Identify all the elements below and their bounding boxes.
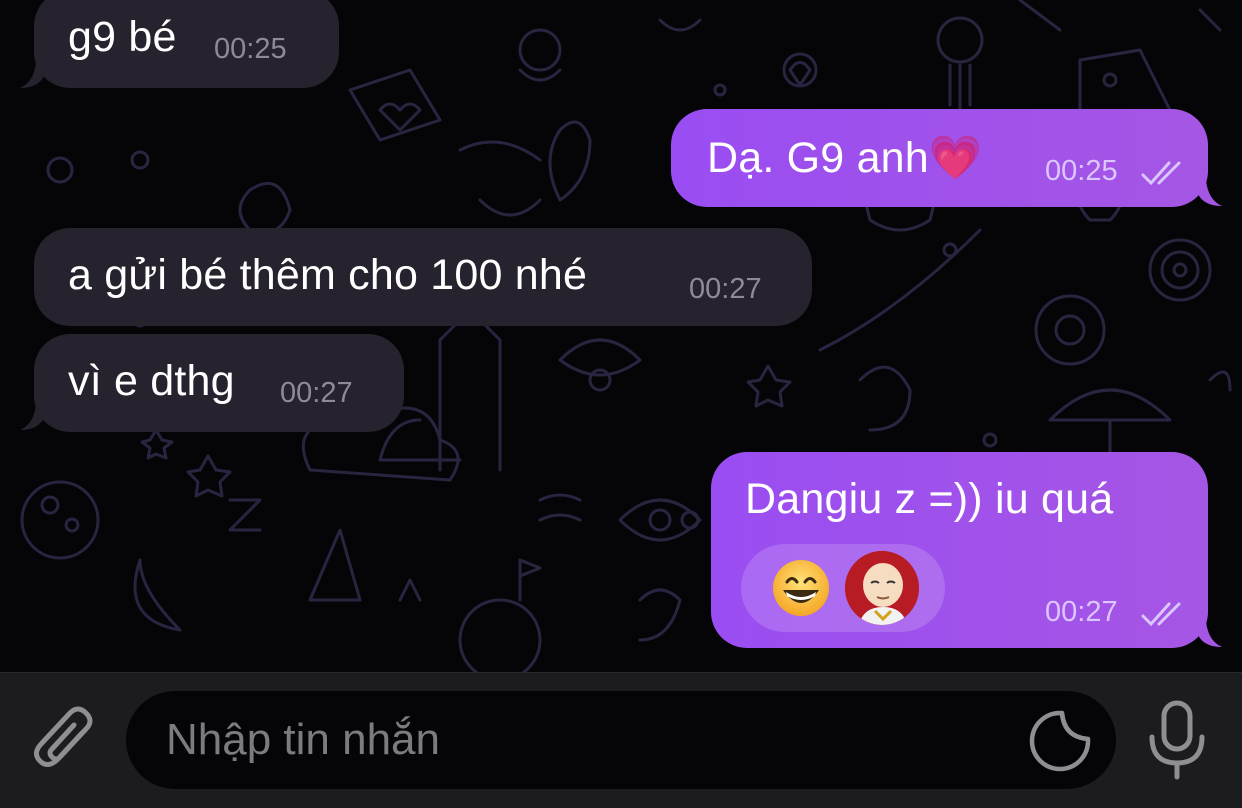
message-text: Dạ. G9 anh💗 [707, 134, 983, 182]
message-bubble-outgoing[interactable]: Dangiu z =)) iu quá 00:27 [711, 452, 1208, 648]
composer-bar: Nhập tin nhắn [0, 672, 1242, 808]
message-time: 00:25 [214, 33, 287, 65]
paperclip-icon[interactable] [30, 703, 100, 779]
message-bubble-incoming[interactable]: vì e dthg 00:27 [34, 334, 404, 432]
avatar [845, 551, 919, 625]
microphone-icon[interactable] [1146, 699, 1208, 781]
message-input-placeholder: Nhập tin nhắn [166, 715, 440, 764]
message-bubble-outgoing[interactable]: Dạ. G9 anh💗 00:25 [671, 109, 1208, 207]
message-time: 00:25 [1045, 155, 1118, 187]
grinning-face-icon [773, 560, 829, 616]
message-text: g9 bé [68, 13, 177, 61]
message-text: vì e dthg [68, 357, 235, 405]
message-bubble-incoming[interactable]: g9 bé 00:25 [34, 0, 339, 88]
bubble-tail [20, 400, 44, 430]
bubble-tail [1198, 617, 1222, 647]
message-bubble-incoming[interactable]: a gửi bé thêm cho 100 nhé 00:27 [34, 228, 812, 326]
message-input[interactable]: Nhập tin nhắn [126, 691, 1116, 789]
read-receipt-icon [1141, 602, 1181, 627]
message-text: a gửi bé thêm cho 100 nhé [68, 251, 588, 299]
bubble-tail [1198, 176, 1222, 206]
bubble-tail [20, 58, 44, 88]
message-time: 00:27 [280, 377, 353, 409]
sticker-icon[interactable] [1028, 709, 1092, 773]
reactions-pill[interactable] [741, 544, 945, 632]
message-text: Dangiu z =)) iu quá [745, 475, 1114, 523]
message-time: 00:27 [689, 273, 762, 305]
message-time: 00:27 [1045, 596, 1118, 628]
read-receipt-icon [1141, 161, 1181, 186]
